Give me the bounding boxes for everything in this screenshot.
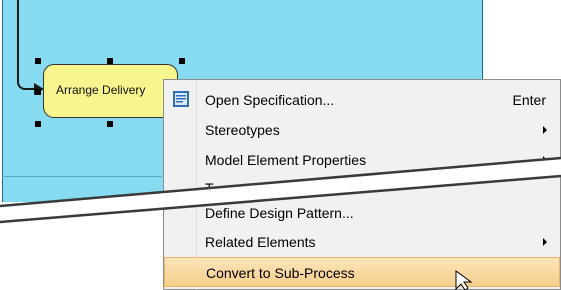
submenu-arrow-icon	[543, 156, 547, 164]
menu-item-model-element-properties[interactable]: Model Element Properties	[164, 146, 560, 174]
menu-item-stereotypes[interactable]: Stereotypes	[164, 116, 560, 144]
selection-handle-n[interactable]	[107, 58, 113, 64]
submenu-arrow-icon	[543, 238, 547, 246]
lane-border-left	[2, 0, 3, 202]
menu-item-truncated[interactable]: T	[164, 174, 560, 194]
menu-item-shortcut: Enter	[512, 92, 546, 108]
selection-handle-ne[interactable]	[179, 58, 185, 64]
menu-item-label: Open Specification...	[205, 92, 335, 108]
menu-item-related-elements[interactable]: Related Elements	[164, 228, 560, 256]
menu-item-convert-to-sub-process[interactable]: Convert to Sub-Process	[164, 257, 560, 287]
menu-item-label: Model Element Properties	[205, 152, 367, 168]
task-label: Arrange Delivery	[56, 83, 146, 97]
mouse-cursor-icon	[455, 270, 473, 290]
selection-handle-sw[interactable]	[35, 121, 41, 127]
lane-border-bottom	[2, 176, 162, 177]
selection-handle-w[interactable]	[35, 89, 41, 95]
menu-item-label: Define Design Pattern...	[205, 205, 354, 221]
menu-item-label: Stereotypes	[205, 122, 280, 138]
menu-item-open-specification[interactable]: Open Specification... Enter	[164, 86, 560, 114]
sequence-flow-line[interactable]	[17, 0, 19, 82]
lane-border-right	[482, 0, 483, 80]
task-arrange-delivery[interactable]: Arrange Delivery	[43, 64, 178, 118]
submenu-arrow-icon	[543, 126, 547, 134]
menu-item-label: Convert to Sub-Process	[206, 265, 355, 281]
selection-handle-s[interactable]	[107, 121, 113, 127]
menu-item-define-design-pattern[interactable]: Define Design Pattern...	[164, 199, 560, 227]
selection-handle-nw[interactable]	[35, 58, 41, 64]
specification-icon	[173, 91, 189, 107]
menu-item-label: T	[205, 180, 214, 194]
menu-item-label: Related Elements	[205, 234, 316, 250]
